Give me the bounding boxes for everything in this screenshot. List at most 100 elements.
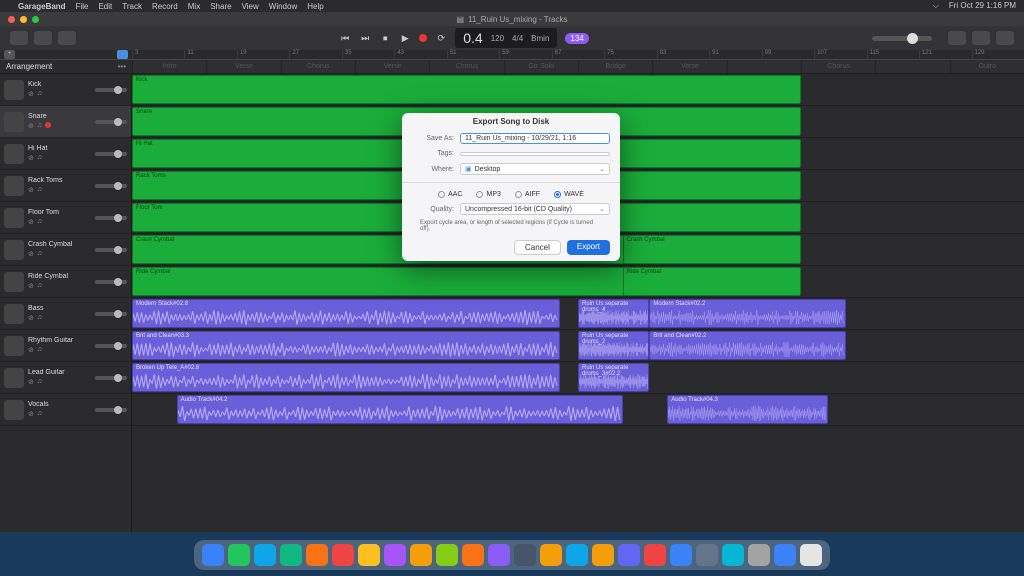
audio-region[interactable]: Audio Track#04.3: [667, 395, 828, 424]
view-menu[interactable]: View: [242, 2, 259, 11]
wifi-icon[interactable]: ⌵: [933, 1, 939, 11]
audio-region[interactable]: Ruin Us separate drums_2: [578, 331, 649, 360]
export-button[interactable]: Export: [567, 240, 610, 255]
dock-app[interactable]: [306, 544, 328, 566]
where-select[interactable]: ▣Desktop⌄: [460, 163, 610, 175]
format-radio-aiff[interactable]: AIFF: [515, 191, 540, 198]
audio-region[interactable]: Broken Up Tele_A#02.8: [132, 363, 560, 392]
app-menu[interactable]: GarageBand: [18, 2, 66, 11]
mix-menu[interactable]: Mix: [188, 2, 200, 11]
solo-button[interactable]: ♫: [37, 410, 42, 418]
mute-button[interactable]: ⊘: [28, 346, 34, 354]
dock-app[interactable]: [774, 544, 796, 566]
arrangement-marker[interactable]: Verse: [355, 60, 429, 73]
media-button[interactable]: [996, 31, 1014, 45]
track-header[interactable]: Floor Tom ⊘♫: [0, 202, 131, 234]
add-track-button[interactable]: +: [4, 50, 15, 59]
mute-button[interactable]: ⊘: [28, 122, 34, 130]
dock-app[interactable]: [800, 544, 822, 566]
share-menu[interactable]: Share: [210, 2, 231, 11]
loops-button[interactable]: [972, 31, 990, 45]
audio-region[interactable]: Ruin Us separate drums_3#02.2: [578, 363, 649, 392]
dock-app[interactable]: [358, 544, 380, 566]
dock-app[interactable]: [540, 544, 562, 566]
solo-button[interactable]: ♫: [37, 218, 42, 226]
solo-button[interactable]: ♫: [37, 250, 42, 258]
volume-slider[interactable]: [95, 88, 127, 92]
minimize-button[interactable]: [20, 16, 27, 23]
arrangement-marker[interactable]: Chorus: [429, 60, 503, 73]
record-button[interactable]: [419, 34, 427, 42]
dock-app[interactable]: [644, 544, 666, 566]
mute-button[interactable]: ⊘: [28, 154, 34, 162]
cycle-button[interactable]: ⟳: [435, 32, 447, 44]
mute-button[interactable]: ⊘: [28, 314, 34, 322]
dock-app[interactable]: [202, 544, 224, 566]
midi-region[interactable]: Kick: [132, 75, 801, 104]
solo-button[interactable]: ♫: [37, 346, 42, 354]
dock-app[interactable]: [722, 544, 744, 566]
add-marker-button[interactable]: •••: [118, 62, 126, 71]
midi-region[interactable]: Ride Cymbal: [623, 267, 801, 296]
tags-input[interactable]: [460, 152, 610, 156]
help-menu[interactable]: Help: [307, 2, 323, 11]
arrangement-marker[interactable]: Intro: [132, 60, 206, 73]
mute-button[interactable]: ⊘: [28, 186, 34, 194]
zoom-button[interactable]: [32, 16, 39, 23]
audio-region[interactable]: Ruin Us separate drums_4: [578, 299, 649, 328]
dock-app[interactable]: [462, 544, 484, 566]
solo-button[interactable]: ♫: [37, 378, 42, 386]
dock-app[interactable]: [514, 544, 536, 566]
mute-button[interactable]: ⊘: [28, 90, 34, 98]
track-lane[interactable]: Kick: [132, 74, 1024, 106]
track-header[interactable]: Rhythm Guitar ⊘♫: [0, 330, 131, 362]
arrangement-marker[interactable]: [875, 60, 949, 73]
arrangement-marker[interactable]: Gtr Solo: [504, 60, 578, 73]
master-volume[interactable]: [872, 36, 932, 41]
arrangement-marker[interactable]: Chorus: [281, 60, 355, 73]
track-lane[interactable]: Brit and Clean#03.3 Ruin Us separate drum…: [132, 330, 1024, 362]
close-button[interactable]: [8, 16, 15, 23]
volume-slider[interactable]: [95, 216, 127, 220]
solo-button[interactable]: ♫: [37, 90, 42, 98]
track-menu[interactable]: Track: [122, 2, 142, 11]
dock-app[interactable]: [280, 544, 302, 566]
mute-button[interactable]: ⊘: [28, 378, 34, 386]
arrangement-marker[interactable]: [727, 60, 801, 73]
file-menu[interactable]: File: [76, 2, 89, 11]
audio-region[interactable]: Audio Track#04.2: [177, 395, 623, 424]
window-menu[interactable]: Window: [269, 2, 297, 11]
mute-button[interactable]: ⊘: [28, 218, 34, 226]
solo-button[interactable]: ♫: [37, 314, 42, 322]
stop-button[interactable]: ⏹: [379, 32, 391, 44]
editors-button[interactable]: [58, 31, 76, 45]
dock-app[interactable]: [228, 544, 250, 566]
dock-app[interactable]: [254, 544, 276, 566]
record-menu[interactable]: Record: [152, 2, 178, 11]
dock-app[interactable]: [670, 544, 692, 566]
format-radio-wave[interactable]: WAVE: [554, 191, 584, 198]
save-as-input[interactable]: 11_Ruin Us_mixing - 10/29/21, 1:16: [460, 133, 610, 144]
quality-select[interactable]: Uncompressed 16-bit (CD Quality)⌄: [460, 203, 610, 215]
dock-app[interactable]: [592, 544, 614, 566]
volume-slider[interactable]: [95, 120, 127, 124]
arrangement-marker[interactable]: Chorus: [801, 60, 875, 73]
volume-slider[interactable]: [95, 280, 127, 284]
track-header[interactable]: Ride Cymbal ⊘♫: [0, 266, 131, 298]
track-lane[interactable]: Audio Track#04.2 Audio Track#04.3: [132, 394, 1024, 426]
arrangement-marker[interactable]: Verse: [206, 60, 280, 73]
track-header[interactable]: Bass ⊘♫: [0, 298, 131, 330]
solo-button[interactable]: ♫: [37, 186, 42, 194]
rewind-button[interactable]: ⏮: [339, 32, 351, 44]
volume-slider[interactable]: [95, 152, 127, 156]
dock-app[interactable]: [436, 544, 458, 566]
track-header[interactable]: Kick ⊘♫: [0, 74, 131, 106]
audio-region[interactable]: Brit and Clean#02.2: [649, 331, 845, 360]
edit-menu[interactable]: Edit: [98, 2, 112, 11]
dock-app[interactable]: [332, 544, 354, 566]
audio-region[interactable]: Brit and Clean#03.3: [132, 331, 560, 360]
audio-region[interactable]: Modern Stack#02.2: [649, 299, 845, 328]
dock-app[interactable]: [696, 544, 718, 566]
dock-app[interactable]: [384, 544, 406, 566]
midi-region[interactable]: Crash Cymbal: [623, 235, 801, 264]
